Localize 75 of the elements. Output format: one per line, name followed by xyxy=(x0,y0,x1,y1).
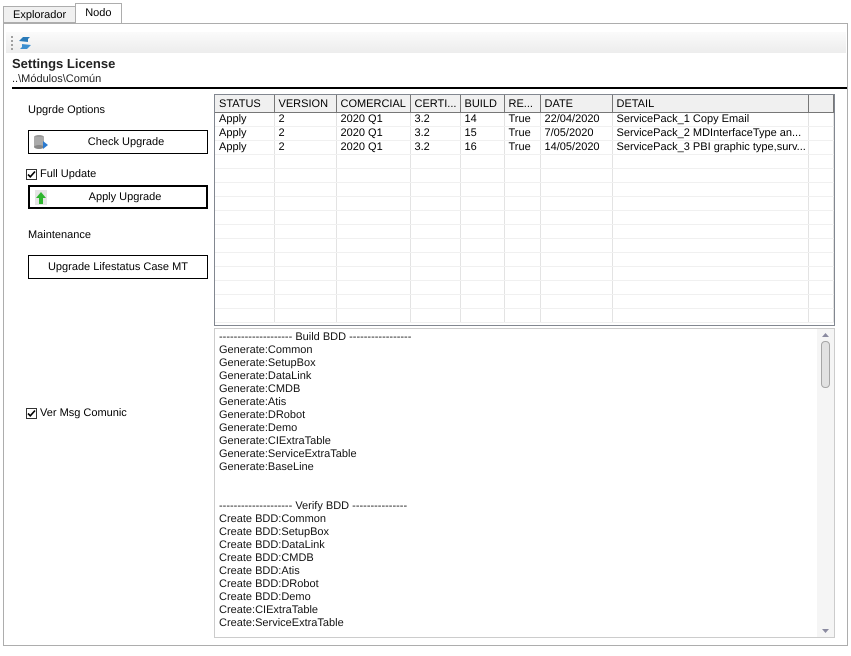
table-cell: 14/05/2020 xyxy=(540,140,612,154)
table-cell: 3.2 xyxy=(410,140,460,154)
scroll-down-icon[interactable] xyxy=(822,629,829,633)
lifestatus-button[interactable]: Upgrade Lifestatus Case MT xyxy=(28,255,208,279)
log-line: Create BDD:Atis xyxy=(219,565,301,578)
table-cell: True xyxy=(504,126,540,140)
apply-upgrade-button[interactable]: Apply Upgrade xyxy=(28,185,208,209)
log-line: Generate:CMDB xyxy=(219,383,302,396)
table-cell: 2 xyxy=(274,140,336,154)
log-line: Create BDD:CMDB xyxy=(219,552,315,565)
log-line: Create:CIExtraTable xyxy=(219,604,320,617)
table-cell: 14 xyxy=(460,112,504,126)
column-header[interactable]: BUILD xyxy=(460,95,504,112)
scroll-thumb[interactable] xyxy=(821,341,830,388)
log-line: Generate:Demo xyxy=(219,422,298,435)
table-cell: 16 xyxy=(460,140,504,154)
log-line: Generate:Atis xyxy=(219,396,288,409)
tab[interactable]: Explorador xyxy=(3,6,76,23)
table-cell: 22/04/2020 xyxy=(540,112,612,126)
column-header[interactable]: DATE xyxy=(540,95,612,112)
table-cell: 2020 Q1 xyxy=(336,112,410,126)
full-update-checkbox[interactable]: Full Update xyxy=(26,168,214,180)
scrollbar[interactable] xyxy=(817,329,834,637)
table-cell: ServicePack_2 MDInterfaceType an... xyxy=(612,126,808,140)
database-icon xyxy=(33,134,49,150)
log-line: Create BDD:DRobot xyxy=(219,578,320,591)
log-line: Create BDD:SetupBox xyxy=(219,526,330,539)
table-cell: 2 xyxy=(274,112,336,126)
log-line: Generate:ServiceExtraTable xyxy=(219,448,358,461)
scroll-up-icon[interactable] xyxy=(822,333,829,337)
log-line: Generate:DataLink xyxy=(219,370,312,383)
table-cell: 3.2 xyxy=(410,112,460,126)
column-header[interactable]: CERTI... xyxy=(410,95,460,112)
table-cell: 2020 Q1 xyxy=(336,126,410,140)
table-cell: 3.2 xyxy=(410,126,460,140)
column-header[interactable]: DETAIL xyxy=(612,95,808,112)
table-cell: 15 xyxy=(460,126,504,140)
check-upgrade-button[interactable]: Check Upgrade xyxy=(28,130,208,154)
table-cell: True xyxy=(504,112,540,126)
table-cell: 2020 Q1 xyxy=(336,140,410,154)
page-title: Settings License xyxy=(11,55,116,71)
tab[interactable]: Nodo xyxy=(75,3,122,23)
log-line: Create BDD:Common xyxy=(219,513,327,526)
log-line: Generate:BaseLine xyxy=(219,461,315,474)
up-arrow-icon xyxy=(34,189,48,205)
checkbox-label: Ver Msg Comunic xyxy=(40,407,127,419)
table-cell: ServicePack_1 Copy Email xyxy=(612,112,808,126)
table-cell: ServicePack_3 PBI graphic type,surv... xyxy=(612,140,808,154)
log-line: Generate:SetupBox xyxy=(219,357,317,370)
log-line: Generate:DRobot xyxy=(219,409,306,422)
column-header[interactable]: STATUS xyxy=(215,95,274,112)
log-line: Create BDD:DataLink xyxy=(219,539,326,552)
checkbox-label: Full Update xyxy=(40,168,96,180)
table-cell: Apply xyxy=(215,126,274,140)
checkbox[interactable] xyxy=(26,408,37,418)
log-heading: -------------------- Build BDD ----------------- xyxy=(219,331,412,344)
log-line: Create BDD:Demo xyxy=(219,591,312,604)
column-header[interactable]: RE... xyxy=(504,95,540,112)
column-header[interactable]: COMERCIAL xyxy=(336,95,410,112)
section-heading: Upgrde Options xyxy=(28,104,106,116)
log-line: Generate:Common xyxy=(219,344,314,357)
table-cell: True xyxy=(504,140,540,154)
section-heading: Maintenance xyxy=(28,229,92,241)
table-cell: 2 xyxy=(274,126,336,140)
log-line: Create:ServiceExtraTable xyxy=(219,617,345,630)
checkbox[interactable] xyxy=(26,168,37,180)
log-line: Generate:CIExtraTable xyxy=(219,435,332,448)
refresh-icon[interactable] xyxy=(18,36,32,50)
ver-msg-checkbox[interactable]: Ver Msg Comunic xyxy=(26,407,214,419)
log-heading: -------------------- Verify BDD --------------- xyxy=(219,500,408,513)
breadcrumb-path: ..\Módulos\Común xyxy=(11,72,102,85)
table-cell: Apply xyxy=(215,140,274,154)
table-cell: Apply xyxy=(215,112,274,126)
column-header[interactable]: VERSION xyxy=(274,95,336,112)
table-cell: 7/05/2020 xyxy=(540,126,612,140)
